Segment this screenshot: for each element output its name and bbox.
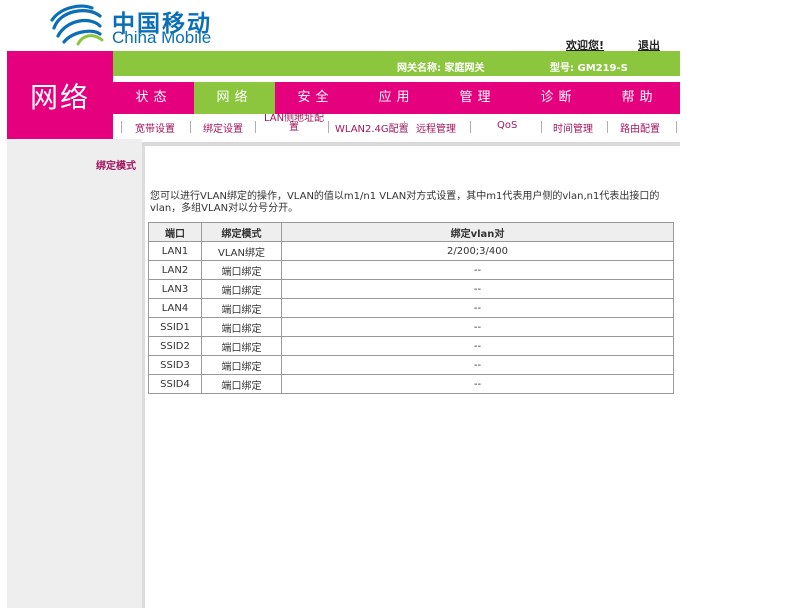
tab-management[interactable]: 管理 [437, 82, 518, 114]
table-row[interactable]: SSID1 端口绑定 -- [148, 317, 674, 337]
sub-nav: 宽带设置 绑定设置 LAN侧地址配 置 WLAN2.4G配置 远程管理 QoS … [113, 114, 680, 139]
table-row[interactable]: LAN3 端口绑定 -- [148, 279, 674, 299]
sub-nav-separator [607, 121, 608, 133]
port-cell: LAN1 [148, 241, 202, 261]
sub-nav-separator [328, 121, 329, 133]
vlan-pair-cell: -- [281, 336, 674, 356]
subnav-qos[interactable]: QoS [497, 120, 517, 131]
port-cell: SSID2 [148, 336, 202, 356]
subnav-binding[interactable]: 绑定设置 [203, 120, 243, 135]
port-cell: LAN3 [148, 279, 202, 299]
header-vlan-pair: 绑定vlan对 [281, 222, 674, 242]
tab-application[interactable]: 应用 [356, 82, 437, 114]
section-title: 网络 [30, 81, 91, 114]
sub-nav-separator [676, 121, 677, 133]
vlan-pair-cell: -- [281, 260, 674, 280]
gateway-info-bar: 网关名称: 家庭网关 型号: GM219-S [113, 51, 680, 76]
mode-cell: VLAN绑定 [201, 241, 282, 261]
table-row[interactable]: SSID4 端口绑定 -- [148, 374, 674, 394]
port-cell: LAN4 [148, 298, 202, 318]
mode-cell: 端口绑定 [201, 298, 282, 318]
mode-cell: 端口绑定 [201, 355, 282, 375]
tab-diagnosis[interactable]: 诊断 [518, 82, 599, 114]
sub-nav-separator [121, 121, 122, 133]
vlan-pair-cell: -- [281, 355, 674, 375]
header-port: 端口 [148, 222, 202, 242]
port-cell: LAN2 [148, 260, 202, 280]
subnav-lan-address-line2: 置 [289, 122, 299, 133]
left-sidebar [7, 139, 142, 608]
subnav-routing[interactable]: 路由配置 [620, 120, 660, 135]
tab-help[interactable]: 帮助 [599, 82, 680, 114]
header-binding-mode: 绑定模式 [201, 222, 282, 242]
gateway-name: 网关名称: 家庭网关 [397, 63, 485, 74]
table-row[interactable]: LAN1 VLAN绑定 2/200;3/400 [148, 241, 674, 261]
table-row[interactable]: LAN4 端口绑定 -- [148, 298, 674, 318]
content-left-border [142, 146, 145, 608]
binding-description: 您可以进行VLAN绑定的操作，VLAN的值以m1/n1 VLAN对方式设置，其中… [150, 191, 660, 214]
brand-name-en: China Mobile [112, 28, 212, 47]
vlan-pair-cell: -- [281, 374, 674, 394]
china-mobile-logo-icon [50, 4, 104, 46]
content-top-border [142, 142, 680, 146]
port-cell: SSID4 [148, 374, 202, 394]
mode-cell: 端口绑定 [201, 260, 282, 280]
subnav-wlan24[interactable]: WLAN2.4G配置 [335, 120, 409, 135]
tab-status[interactable]: 状态 [113, 82, 194, 114]
sub-nav-separator [255, 121, 256, 133]
main-nav: 状态 网络 安全 应用 管理 诊断 帮助 [113, 82, 680, 114]
binding-table: 端口 绑定模式 绑定vlan对 LAN1 VLAN绑定 2/200;3/400 … [148, 222, 674, 394]
mode-cell: 端口绑定 [201, 336, 282, 356]
port-cell: SSID1 [148, 317, 202, 337]
vlan-pair-cell: -- [281, 298, 674, 318]
table-row[interactable]: SSID3 端口绑定 -- [148, 355, 674, 375]
table-header-row: 端口 绑定模式 绑定vlan对 [148, 222, 674, 242]
table-row[interactable]: SSID2 端口绑定 -- [148, 336, 674, 356]
vlan-pair-cell: 2/200;3/400 [281, 241, 674, 261]
subnav-broadband[interactable]: 宽带设置 [135, 120, 175, 135]
sub-nav-separator [190, 121, 191, 133]
mode-cell: 端口绑定 [201, 279, 282, 299]
mode-cell: 端口绑定 [201, 374, 282, 394]
tab-security[interactable]: 安全 [275, 82, 356, 114]
table-row[interactable]: LAN2 端口绑定 -- [148, 260, 674, 280]
port-cell: SSID3 [148, 355, 202, 375]
subnav-remote-management[interactable]: 远程管理 [416, 120, 456, 135]
subnav-time-management[interactable]: 时间管理 [553, 120, 593, 135]
sidebar-item-binding-mode[interactable]: 绑定模式 [96, 157, 136, 172]
mode-cell: 端口绑定 [201, 317, 282, 337]
vlan-pair-cell: -- [281, 279, 674, 299]
gateway-model: 型号: GM219-S [550, 63, 628, 74]
tab-network[interactable]: 网络 [194, 82, 275, 114]
sub-nav-separator [470, 121, 471, 133]
sub-nav-separator [404, 121, 405, 133]
sub-nav-separator [541, 121, 542, 133]
subnav-lan-address[interactable]: LAN侧地址配 置 [263, 114, 325, 133]
vlan-pair-cell: -- [281, 317, 674, 337]
china-mobile-logo: 中国移动 China Mobile [48, 2, 248, 48]
